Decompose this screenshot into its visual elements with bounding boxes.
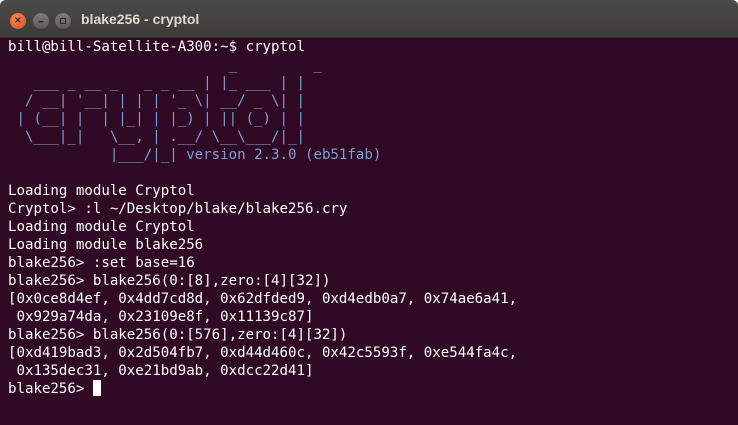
maximize-icon: [60, 18, 66, 24]
output-line: Loading module blake256: [8, 237, 204, 253]
output-line: [0x0ce8d4ef, 0x4dd7cd8d, 0x62dfded9, 0xd…: [8, 291, 518, 307]
title-bar[interactable]: × – blake256 - cryptol: [0, 0, 738, 38]
minimize-icon: –: [38, 14, 44, 28]
banner-line: / __| '__| | | | '_ \| __/ _ \| |: [8, 93, 305, 109]
current-prompt-line[interactable]: blake256>: [8, 380, 517, 398]
cryptol-banner: _ _ ___ _ __ _ _ _ __ | |_ ___ | | / __|…: [8, 56, 517, 164]
prompt-text: blake256>: [8, 381, 93, 397]
terminal-content[interactable]: bill@bill-Satellite-A300:~$ cryptol _ _ …: [8, 38, 517, 398]
output-line: blake256> :set base=16: [8, 255, 195, 271]
minimize-button[interactable]: –: [33, 13, 49, 29]
version-text: version 2.3.0 (eb51fab): [177, 147, 382, 163]
output-line: [0xd419bad3, 0x2d504fb7, 0xd44d460c, 0x4…: [8, 345, 518, 361]
maximize-button[interactable]: [55, 13, 71, 29]
output-line: blake256> blake256(0:[576],zero:[4][32]): [8, 327, 348, 343]
banner-line: | (__| | | |_| | |_) | || (_) | |: [8, 111, 305, 127]
output-line: 0x135dec31, 0xe21bd9ab, 0xdcc22d41]: [8, 363, 314, 379]
shell-prompt-line: bill@bill-Satellite-A300:~$ cryptol: [8, 39, 305, 55]
close-button[interactable]: ×: [10, 13, 26, 29]
banner-line: \___|_| \__, | .__/ \__\___/|_|: [8, 129, 305, 145]
output-line: Loading module Cryptol: [8, 219, 195, 235]
output-line: Cryptol> :l ~/Desktop/blake/blake256.cry: [8, 201, 348, 217]
banner-line: |___/|_|: [8, 147, 178, 163]
output-line: Loading module Cryptol: [8, 183, 195, 199]
close-icon: ×: [13, 15, 23, 26]
text-cursor: [92, 380, 101, 396]
terminal-window: × – blake256 - cryptol bill@bill-Satelli…: [0, 0, 738, 425]
banner-line: ___ _ __ _ _ _ __ | |_ ___ | |: [8, 75, 305, 91]
output-line: blake256> blake256(0:[8],zero:[4][32]): [8, 273, 331, 289]
banner-line: _ _: [8, 57, 322, 73]
banner-version-line: |___/|_| version 2.3.0 (eb51fab): [8, 146, 517, 164]
output-line: 0x929a74da, 0x23109e8f, 0x11139c87]: [8, 309, 314, 325]
window-title: blake256 - cryptol: [81, 11, 200, 27]
